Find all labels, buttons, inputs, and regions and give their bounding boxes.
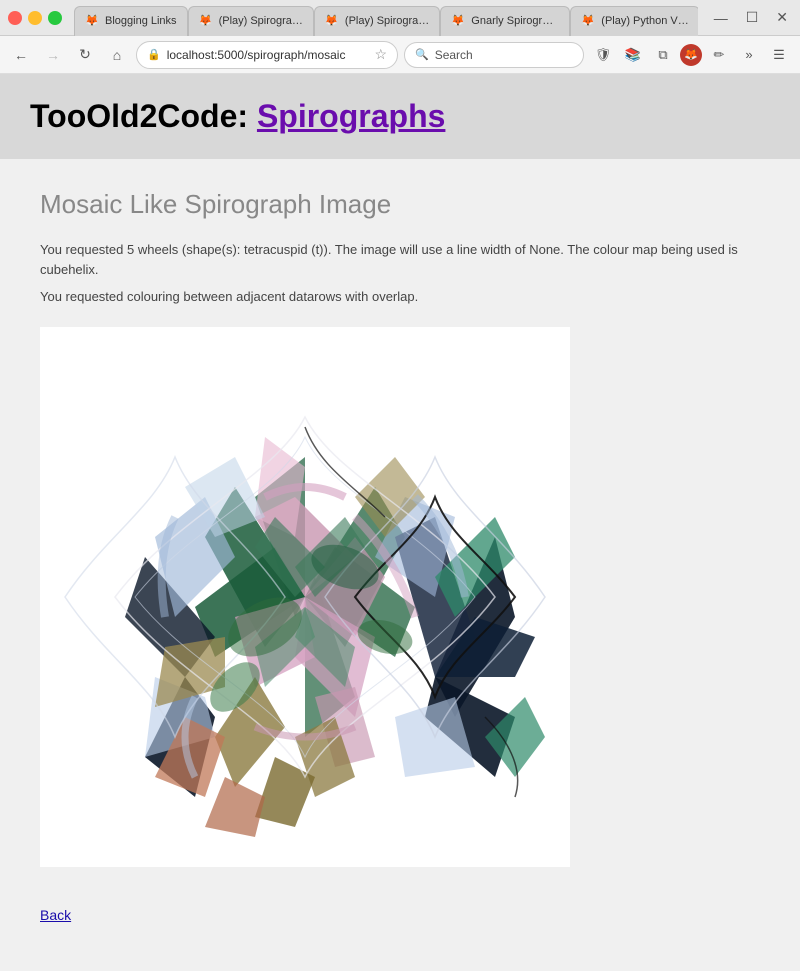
tab-label: (Play) Python V…	[601, 15, 688, 27]
minimize-window-button[interactable]: —	[710, 8, 732, 28]
close-button[interactable]	[8, 11, 22, 25]
description-line-1: You requested 5 wheels (shape(s): tetrac…	[40, 240, 760, 279]
tab-favicon: 🦊	[581, 14, 595, 28]
lock-icon: 🔒	[147, 48, 161, 61]
address-text: localhost:5000/spirograph/mosaic	[167, 48, 369, 62]
window-controls	[8, 11, 62, 25]
section-title: Mosaic Like Spirograph Image	[40, 189, 760, 220]
tab-favicon: 🦊	[325, 14, 339, 28]
bookmark-star-icon[interactable]: ☆	[374, 46, 387, 63]
nav-bar: ← → ↻ ⌂ 🔒 localhost:5000/spirograph/mosa…	[0, 36, 800, 74]
more-tools-button[interactable]: »	[736, 42, 762, 68]
home-button[interactable]: ⌂	[104, 42, 130, 68]
maximize-window-button[interactable]: ☐	[742, 7, 763, 28]
minimize-button[interactable]	[28, 11, 42, 25]
forward-button[interactable]: →	[40, 42, 66, 68]
back-link[interactable]: Back	[40, 907, 71, 923]
spirograph-image-container	[40, 327, 570, 867]
search-icon: 🔍	[415, 48, 429, 61]
close-window-button[interactable]: ✕	[772, 7, 792, 28]
site-title: TooOld2Code: Spirographs	[30, 98, 770, 135]
page-body: Mosaic Like Spirograph Image You request…	[0, 159, 800, 955]
tab-label: (Play) Spirogra…	[219, 15, 303, 27]
spirograph-svg	[55, 337, 555, 857]
tab-play-spirograph-2[interactable]: 🦊 (Play) Spirogra…	[188, 6, 314, 36]
search-placeholder-text: Search	[435, 48, 473, 62]
tab-label: Blogging Links	[105, 15, 177, 27]
tabs-container: 🦊 Blogging Links 🦊 (Play) Spirogra… 🦊 (P…	[74, 0, 698, 36]
page-content: TooOld2Code: Spirographs Mosaic Like Spi…	[0, 74, 800, 964]
back-button[interactable]: ←	[8, 42, 34, 68]
shield-icon-button[interactable]: 🛡	[590, 42, 616, 68]
address-bar[interactable]: 🔒 localhost:5000/spirograph/mosaic ☆	[136, 41, 398, 69]
tab-play-spirograph-3[interactable]: 🦊 (Play) Spirogra…	[314, 6, 440, 36]
tab-play-python[interactable]: 🦊 (Play) Python V…	[570, 6, 697, 36]
tab-favicon: 🦊	[199, 14, 213, 28]
page-header: TooOld2Code: Spirographs	[0, 74, 800, 159]
tab-gnarly-spirograph[interactable]: 🦊 Gnarly Spirogra…	[440, 6, 570, 36]
nav-icons: 🛡 📚 ⧉ 🦊 ✏ » ☰	[590, 42, 792, 68]
menu-button[interactable]: ☰	[766, 42, 792, 68]
search-bar[interactable]: 🔍 Search	[404, 42, 584, 68]
title-bar: 🦊 Blogging Links 🦊 (Play) Spirogra… 🦊 (P…	[0, 0, 800, 36]
site-link[interactable]: Spirographs	[257, 98, 445, 134]
browser-window: 🦊 Blogging Links 🦊 (Play) Spirogra… 🦊 (P…	[0, 0, 800, 971]
tab-favicon: 🦊	[451, 14, 465, 28]
tab-favicon: 🦊	[85, 14, 99, 28]
bookmarks-icon-button[interactable]: 📚	[620, 42, 646, 68]
site-name-text: TooOld2Code:	[30, 98, 248, 134]
tab-blogging-links[interactable]: 🦊 Blogging Links	[74, 6, 188, 36]
window-right-controls: — ☐ ✕	[710, 7, 792, 28]
tab-label: Gnarly Spirogra…	[471, 15, 559, 27]
pencil-icon-button[interactable]: ✏	[706, 42, 732, 68]
description-line-2: You requested colouring between adjacent…	[40, 287, 760, 307]
reload-button[interactable]: ↻	[72, 42, 98, 68]
tab-label: (Play) Spirogra…	[345, 15, 429, 27]
tabs-icon-button[interactable]: ⧉	[650, 42, 676, 68]
maximize-button[interactable]	[48, 11, 62, 25]
profile-avatar[interactable]: 🦊	[680, 44, 702, 66]
